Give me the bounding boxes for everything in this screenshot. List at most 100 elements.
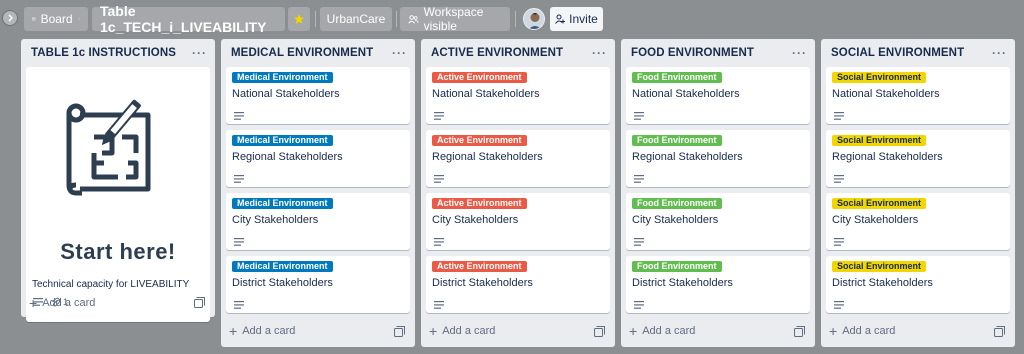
card-template-icon[interactable]	[394, 326, 405, 337]
card-title: National Stakeholders	[832, 88, 940, 100]
card-label[interactable]: Food Environment	[632, 72, 722, 83]
card[interactable]: Social Environment District Stakeholders	[826, 256, 1010, 313]
description-icon	[634, 233, 644, 251]
add-card-label: Add a card	[442, 325, 496, 337]
card[interactable]: Medical Environment National Stakeholders	[226, 67, 410, 124]
card-label[interactable]: Food Environment	[632, 198, 722, 209]
card[interactable]: Food Environment District Stakeholders	[626, 256, 810, 313]
list-instructions: TABLE 1c INSTRUCTIONS ··· Start here! Te…	[21, 39, 215, 322]
description-icon	[834, 233, 844, 251]
card-label[interactable]: Social Environment	[832, 198, 927, 209]
card-template-icon[interactable]	[594, 326, 605, 337]
card[interactable]: Social Environment City Stakeholders	[826, 193, 1010, 250]
avatar[interactable]	[523, 8, 545, 30]
plus-icon: +	[629, 323, 638, 339]
card-label[interactable]: Medical Environment	[232, 72, 333, 83]
list-title[interactable]: ACTIVE ENVIRONMENT	[431, 47, 563, 59]
plus-icon: +	[429, 323, 438, 339]
star-button[interactable]	[288, 7, 310, 31]
workspace-button[interactable]: UrbanCare	[320, 7, 392, 31]
blueprint-icon	[66, 99, 151, 196]
card-template-icon[interactable]	[794, 326, 805, 337]
list-active-environment: ACTIVE ENVIRONMENT ··· Active Environment N…	[421, 39, 615, 347]
card-label[interactable]: Food Environment	[632, 261, 722, 272]
list-title[interactable]: SOCIAL ENVIRONMENT	[831, 47, 964, 59]
add-card-button[interactable]: + Add a card	[29, 293, 95, 313]
card[interactable]: Active Environment City Stakeholders	[426, 193, 610, 250]
description-icon	[234, 296, 244, 314]
instructions-card[interactable]: Start here! Technical capacity for LIVEA…	[26, 67, 210, 322]
plus-icon: +	[29, 295, 38, 311]
header-divider	[315, 11, 316, 27]
card[interactable]: Food Environment Regional Stakeholders	[626, 130, 810, 187]
board-view-switcher[interactable]: Board	[24, 7, 88, 31]
card-label[interactable]: Active Environment	[432, 261, 527, 272]
list-title[interactable]: FOOD ENVIRONMENT	[631, 47, 754, 59]
card-template-icon[interactable]	[194, 297, 205, 308]
card-label[interactable]: Medical Environment	[232, 198, 333, 209]
card-label[interactable]: Medical Environment	[232, 135, 333, 146]
description-icon	[634, 170, 644, 188]
list-menu-icon[interactable]: ···	[592, 46, 607, 60]
list-menu-icon[interactable]: ···	[992, 46, 1007, 60]
card-template-icon[interactable]	[994, 326, 1005, 337]
list-header: ACTIVE ENVIRONMENT ···	[421, 39, 615, 67]
card[interactable]: Active Environment National Stakeholders	[426, 67, 610, 124]
card-title: City Stakeholders	[432, 214, 519, 226]
card[interactable]: Food Environment City Stakeholders	[626, 193, 810, 250]
description-icon	[434, 107, 444, 125]
header-divider	[396, 11, 397, 27]
card[interactable]: Food Environment National Stakeholders	[626, 67, 810, 124]
card-title: District Stakeholders	[832, 277, 933, 289]
card-title: National Stakeholders	[232, 88, 340, 100]
list-header: FOOD ENVIRONMENT ···	[621, 39, 815, 67]
card-label[interactable]: Medical Environment	[232, 261, 333, 272]
list-social-environment: SOCIAL ENVIRONMENT ··· Social Environment N…	[821, 39, 1015, 347]
list-header: MEDICAL ENVIRONMENT ···	[221, 39, 415, 67]
card-title: District Stakeholders	[632, 277, 733, 289]
add-card-label: Add a card	[842, 325, 896, 337]
list-menu-icon[interactable]: ···	[392, 46, 407, 60]
description-icon	[834, 296, 844, 314]
description-icon	[634, 107, 644, 125]
invite-button[interactable]: Invite	[550, 7, 603, 31]
list-header: SOCIAL ENVIRONMENT ···	[821, 39, 1015, 67]
sidebar-toggle-button[interactable]	[2, 10, 18, 26]
user-avatar-icon	[524, 9, 544, 29]
description-icon	[234, 107, 244, 125]
card[interactable]: Medical Environment Regional Stakeholders	[226, 130, 410, 187]
card-title: District Stakeholders	[432, 277, 533, 289]
list-title[interactable]: MEDICAL ENVIRONMENT	[231, 47, 373, 59]
add-card-button[interactable]: + Add a card	[429, 321, 495, 341]
card[interactable]: Social Environment Regional Stakeholders	[826, 130, 1010, 187]
card[interactable]: Active Environment District Stakeholders	[426, 256, 610, 313]
card-label[interactable]: Active Environment	[432, 135, 527, 146]
description-icon	[234, 233, 244, 251]
card[interactable]: Social Environment National Stakeholders	[826, 67, 1010, 124]
visibility-label: Workspace visible	[423, 5, 484, 33]
add-card-button[interactable]: + Add a card	[829, 321, 895, 341]
list-title[interactable]: TABLE 1c INSTRUCTIONS	[31, 47, 176, 59]
card-label[interactable]: Active Environment	[432, 198, 527, 209]
card-label[interactable]: Active Environment	[432, 72, 527, 83]
list-menu-icon[interactable]: ···	[792, 46, 807, 60]
board-icon	[32, 17, 36, 21]
add-card-button[interactable]: + Add a card	[229, 321, 295, 341]
card[interactable]: Medical Environment District Stakeholders	[226, 256, 410, 313]
add-card-label: Add a card	[42, 297, 96, 309]
card-label[interactable]: Social Environment	[832, 72, 927, 83]
plus-icon: +	[229, 323, 238, 339]
card-title: Regional Stakeholders	[432, 151, 543, 163]
card-label[interactable]: Social Environment	[832, 135, 927, 146]
list-header: TABLE 1c INSTRUCTIONS ···	[21, 39, 215, 67]
card[interactable]: Active Environment Regional Stakeholders	[426, 130, 610, 187]
card-label[interactable]: Social Environment	[832, 261, 927, 272]
add-card-button[interactable]: + Add a card	[629, 321, 695, 341]
description-icon	[834, 107, 844, 125]
card[interactable]: Medical Environment City Stakeholders	[226, 193, 410, 250]
board-title[interactable]: Table 1c_TECH_i_LIVEABILITY	[92, 3, 285, 35]
list-menu-icon[interactable]: ···	[192, 46, 207, 60]
card-label[interactable]: Food Environment	[632, 135, 722, 146]
visibility-button[interactable]: Workspace visible	[400, 5, 510, 33]
chevron-down-icon	[77, 18, 80, 20]
